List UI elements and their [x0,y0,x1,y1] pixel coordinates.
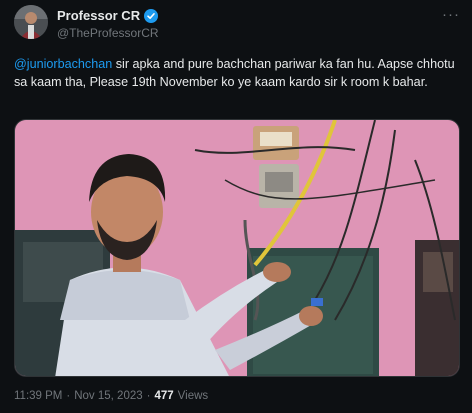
verified-badge-icon [144,8,159,23]
author-name-row: Professor CR [57,8,159,23]
tweet-time[interactable]: 11:39 PM [14,390,62,402]
tweet-media-image[interactable] [14,119,460,377]
meta-separator: · [66,390,71,402]
views-label: Views [177,390,209,402]
tweet-date[interactable]: Nov 15, 2023 [74,390,142,402]
avatar[interactable] [14,5,48,39]
tweet-text: @juniorbachchan sir apka and pure bachch… [14,55,466,91]
author-display-name[interactable]: Professor CR [57,8,140,23]
views-count: 477 [154,390,174,402]
more-options-icon[interactable]: ··· [442,7,460,22]
tweet-meta: 11:39 PM · Nov 15, 2023 · 477 Views [14,390,208,402]
photo-illustration [15,120,459,376]
mention-link[interactable]: @juniorbachchan [14,57,112,71]
author-handle[interactable]: @TheProfessorCR [57,26,159,40]
meta-separator: · [146,390,151,402]
avatar-image [14,5,48,39]
tweet: Professor CR @TheProfessorCR ··· @junior… [0,0,472,413]
